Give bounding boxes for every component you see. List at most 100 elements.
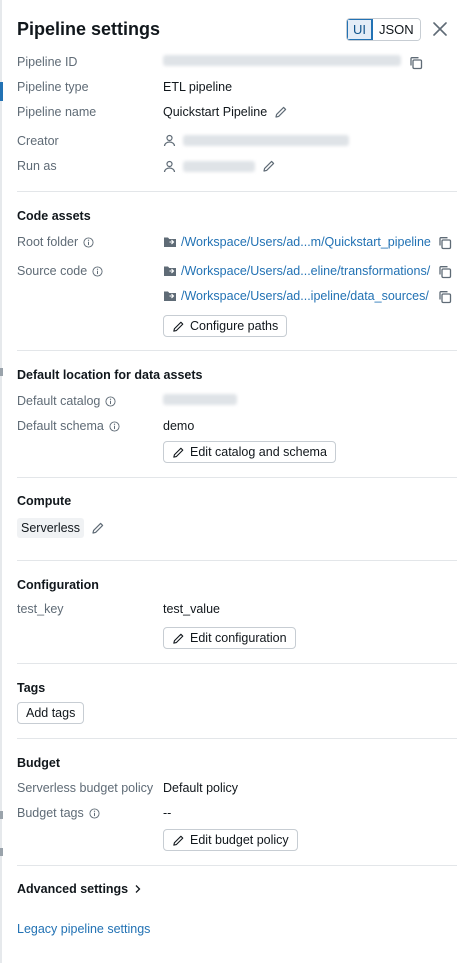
configure-paths-button[interactable]: Configure paths [163,315,288,337]
info-icon[interactable] [105,395,116,407]
compute-type-badge: Serverless [17,518,85,538]
edit-budget-policy-button[interactable]: Edit budget policy [163,829,298,851]
pipeline-name-row: Pipeline name Quickstart Pipeline [17,103,457,123]
configuration-row: test_key test_value [17,600,457,620]
default-schema-label-text: Default schema [17,419,104,433]
pipeline-type-value: ETL pipeline [163,80,233,94]
user-icon [163,160,176,173]
divider [17,560,457,561]
divider [17,738,457,739]
source-path-2: /Workspace/Users/ad...ipeline/data_sourc… [163,289,429,303]
default-location-title: Default location for data assets [17,368,203,382]
code-assets-title: Code assets [17,209,91,223]
pencil-icon[interactable] [91,521,105,535]
pipeline-id-row: Pipeline ID [17,53,457,73]
tags-title: Tags [17,681,46,695]
source-code-row-2: /Workspace/Users/ad...ipeline/data_sourc… [17,287,457,307]
info-icon[interactable] [89,807,100,819]
pencil-icon [172,320,185,333]
budget-tags-row: Budget tags -- [17,804,457,824]
tab-ui[interactable]: UI [347,19,373,40]
default-catalog-value [163,394,237,405]
advanced-settings-label: Advanced settings [17,882,129,896]
panel-title: Pipeline settings [17,19,161,39]
source-code-label: Source code [17,264,103,278]
run-as-value [163,159,276,173]
advanced-settings-toggle[interactable]: Advanced settings [17,882,142,896]
copy-icon[interactable] [437,289,452,304]
view-mode-toggle[interactable]: UI JSON [346,18,421,41]
pencil-icon [172,446,185,459]
close-icon[interactable] [431,20,449,38]
pipeline-type-label: Pipeline type [17,80,89,94]
divider [17,865,457,866]
pencil-icon [172,632,185,645]
tab-json[interactable]: JSON [373,19,420,40]
divider [17,191,457,192]
source-path-link[interactable]: /Workspace/Users/ad...eline/transformati… [181,264,430,278]
edge-marker [0,811,3,819]
compute-title: Compute [17,494,72,508]
pipeline-name-value: Quickstart Pipeline [163,105,288,119]
panel-header: Pipeline settings UI JSON [17,18,457,44]
pencil-icon [172,834,185,847]
run-as-row: Run as [17,157,457,177]
edit-configuration-label: Edit configuration [190,631,287,645]
config-value: test_value [163,602,220,616]
legacy-settings-link[interactable]: Legacy pipeline settings [17,922,150,936]
default-catalog-row: Default catalog [17,392,457,412]
pipeline-id-value [163,55,401,66]
pipeline-name-text: Quickstart Pipeline [163,105,268,119]
default-catalog-label: Default catalog [17,394,116,408]
redacted-text [183,135,349,146]
root-folder-label-text: Root folder [17,235,79,249]
budget-policy-row: Serverless budget policy Default policy [17,779,457,799]
edge-marker [0,848,3,856]
pipeline-type-row: Pipeline type ETL pipeline [17,78,457,98]
default-catalog-label-text: Default catalog [17,394,101,408]
configure-paths-label: Configure paths [190,319,279,333]
creator-label: Creator [17,134,59,148]
source-path-link[interactable]: /Workspace/Users/ad...ipeline/data_sourc… [181,289,429,303]
copy-icon[interactable] [437,264,452,279]
edit-budget-policy-label: Edit budget policy [190,833,289,847]
edit-configuration-button[interactable]: Edit configuration [163,627,296,649]
pipeline-name-label: Pipeline name [17,105,97,119]
user-icon [163,134,176,147]
creator-row: Creator [17,132,457,152]
root-folder-link[interactable]: /Workspace/Users/ad...m/Quickstart_pipel… [181,235,431,249]
edit-catalog-schema-label: Edit catalog and schema [190,445,327,459]
folder-icon [163,290,177,302]
pencil-icon[interactable] [274,105,288,119]
active-indicator [0,82,3,101]
pipeline-id-label: Pipeline ID [17,55,78,69]
redacted-text [163,55,401,66]
source-code-label-text: Source code [17,264,88,278]
edit-catalog-schema-button[interactable]: Edit catalog and schema [163,441,336,463]
redacted-text [163,394,237,405]
info-icon[interactable] [83,236,94,248]
info-icon[interactable] [109,420,120,432]
root-folder-row: Root folder /Workspace/Users/ad...m/Quic… [17,233,457,253]
source-code-row: Source code /Workspace/Users/ad...eline/… [17,262,457,282]
copy-icon[interactable] [437,235,452,250]
config-key: test_key [17,602,64,616]
add-tags-button[interactable]: Add tags [17,702,85,724]
divider [17,663,457,664]
default-schema-row: Default schema demo [17,417,457,437]
redacted-text [183,160,255,172]
copy-icon[interactable] [408,55,423,70]
folder-icon [163,265,177,277]
add-tags-label: Add tags [26,706,76,720]
budget-title: Budget [17,756,61,770]
budget-tags-label: Budget tags [17,806,100,820]
configuration-title: Configuration [17,578,99,592]
chevron-right-icon [134,884,142,894]
pencil-icon[interactable] [262,159,276,173]
divider [17,350,457,351]
creator-value [163,134,349,147]
budget-policy-value: Default policy [163,781,239,795]
root-folder-label: Root folder [17,235,94,249]
edge-marker [0,368,3,376]
info-icon[interactable] [92,265,103,277]
